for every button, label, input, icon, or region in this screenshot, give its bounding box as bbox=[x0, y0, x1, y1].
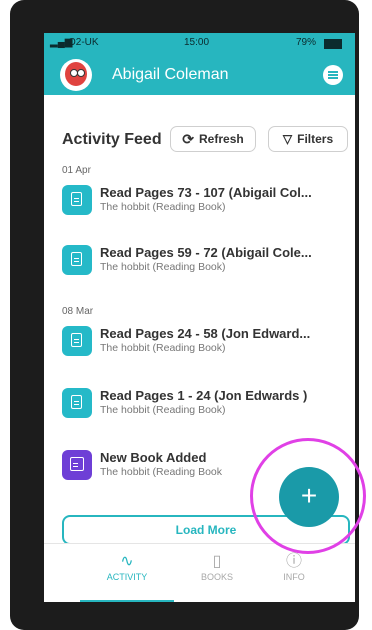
filters-label: Filters bbox=[297, 132, 334, 146]
tab-books[interactable]: ▯ BOOKS bbox=[177, 552, 257, 582]
item-title: Read Pages 59 - 72 (Abigail Cole... bbox=[100, 245, 312, 260]
item-title: Read Pages 1 - 24 (Jon Edwards ) bbox=[100, 388, 308, 403]
tab-info[interactable]: ⓘ INFO bbox=[254, 552, 334, 582]
user-name: Abigail Coleman bbox=[112, 66, 229, 83]
item-subtitle: The hobbit (Reading Book) bbox=[100, 201, 226, 213]
page-title: Activity Feed bbox=[62, 131, 162, 148]
tab-activity[interactable]: ∿ ACTIVITY bbox=[87, 552, 167, 582]
date-header: 08 Mar bbox=[62, 306, 94, 317]
filters-button[interactable]: ▽ Filters bbox=[268, 126, 348, 152]
active-tab-indicator bbox=[80, 600, 174, 602]
item-title: Read Pages 73 - 107 (Abigail Col... bbox=[100, 185, 312, 200]
tab-label: INFO bbox=[283, 572, 305, 582]
status-bar: ▂▄▆ O2-UK 15:00 79% bbox=[44, 33, 355, 55]
item-title: Read Pages 24 - 58 (Jon Edward... bbox=[100, 326, 311, 341]
book-add-icon bbox=[62, 450, 92, 480]
item-subtitle: The hobbit (Reading Book) bbox=[100, 261, 226, 273]
item-subtitle: The hobbit (Reading Book) bbox=[100, 342, 226, 354]
list-item[interactable]: Read Pages 24 - 58 (Jon Edward... The ho… bbox=[62, 326, 352, 366]
filter-icon: ▽ bbox=[282, 132, 293, 146]
document-icon bbox=[62, 185, 92, 215]
book-icon: ▯ bbox=[212, 553, 222, 570]
document-icon bbox=[62, 326, 92, 356]
carrier-label: O2-UK bbox=[68, 37, 99, 48]
tab-label: ACTIVITY bbox=[106, 572, 148, 582]
battery-percent: 79% bbox=[296, 37, 317, 48]
status-time: 15:00 bbox=[184, 37, 210, 48]
list-item[interactable]: Read Pages 59 - 72 (Abigail Cole... The … bbox=[62, 245, 352, 285]
app-header: Abigail Coleman bbox=[44, 55, 355, 95]
hamburger-icon bbox=[328, 71, 338, 73]
list-item[interactable]: Read Pages 73 - 107 (Abigail Col... The … bbox=[62, 185, 352, 225]
highlight-ring bbox=[250, 438, 366, 554]
item-subtitle: The hobbit (Reading Book bbox=[100, 466, 222, 478]
avatar[interactable] bbox=[60, 59, 92, 91]
item-subtitle: The hobbit (Reading Book) bbox=[100, 404, 226, 416]
menu-button[interactable] bbox=[323, 65, 343, 85]
list-item[interactable]: Read Pages 1 - 24 (Jon Edwards ) The hob… bbox=[62, 388, 352, 428]
refresh-label: Refresh bbox=[199, 132, 244, 146]
refresh-button[interactable]: ⟳ Refresh bbox=[170, 126, 256, 152]
tab-label: BOOKS bbox=[200, 572, 233, 582]
battery-icon bbox=[324, 39, 342, 49]
document-icon bbox=[62, 245, 92, 275]
date-header: 01 Apr bbox=[62, 165, 91, 176]
document-icon bbox=[62, 388, 92, 418]
refresh-icon: ⟳ bbox=[182, 130, 195, 147]
info-icon: ⓘ bbox=[285, 553, 302, 570]
activity-icon: ∿ bbox=[120, 553, 134, 570]
